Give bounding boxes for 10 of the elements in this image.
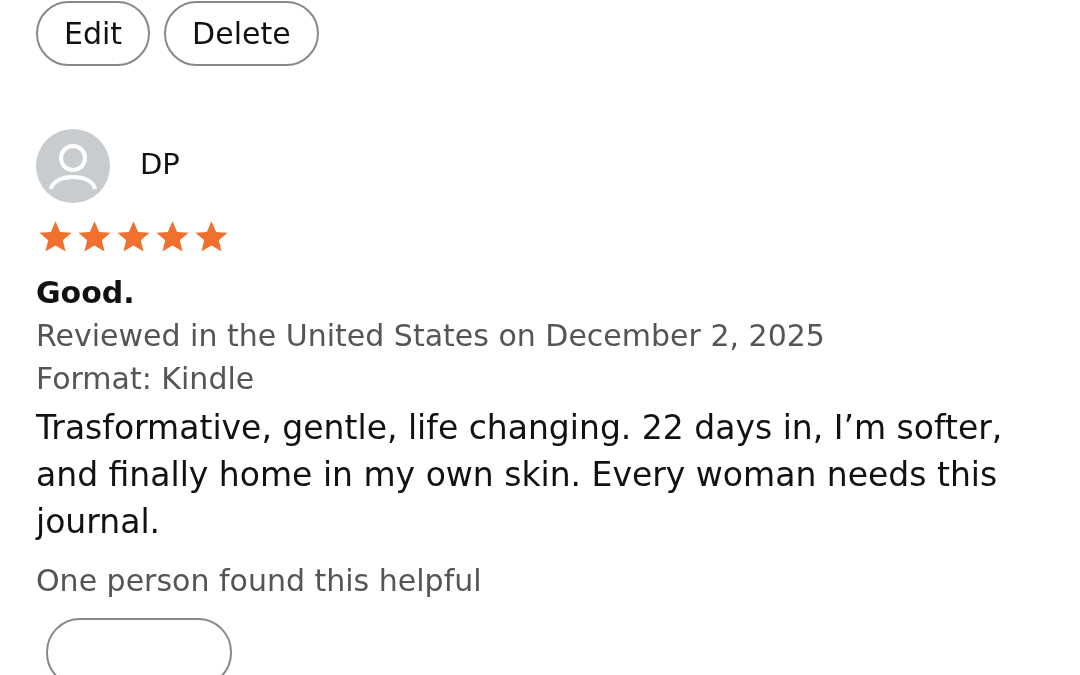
edit-button[interactable]: Edit [36,1,151,66]
author-name: DP [140,147,180,181]
review-text: Trasformative, gentle, life changing. 22 days in, I’m softer, and finally home in my own skin. Every woman needs this journal. [36,407,1004,543]
delete-button[interactable]: Delete [164,1,319,66]
review-format: Format: Kindle [36,361,256,396]
avatar-icon [36,129,110,203]
cut-off-button[interactable] [46,618,232,675]
review-date: Reviewed in the United States on December 2, 2025 [36,318,826,353]
review-title: Good. [36,275,136,310]
helpful-count: One person found this helpful [36,563,483,598]
